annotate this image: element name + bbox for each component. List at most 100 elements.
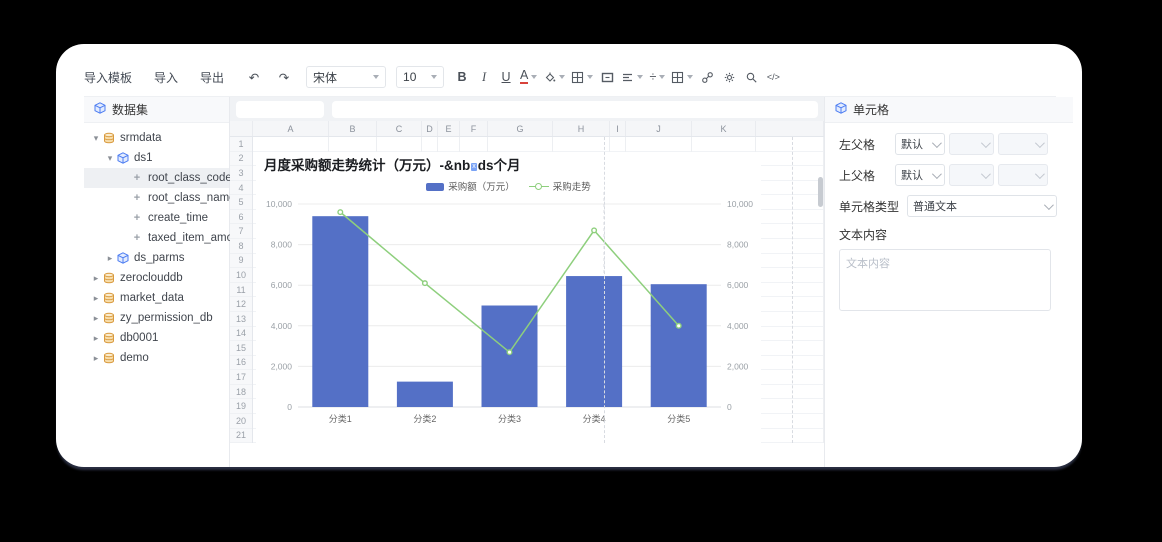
legend-item-bar[interactable]: 采购额（万元） [426, 179, 515, 193]
tree-item-db0001[interactable]: ▸db0001 [84, 328, 229, 348]
上父格-dropdown-2[interactable] [949, 164, 994, 186]
row-header-10[interactable]: 10 [230, 268, 252, 283]
row-header-20[interactable]: 20 [230, 414, 252, 429]
column-header-A[interactable]: A [253, 121, 329, 136]
column-header-C[interactable]: C [377, 121, 422, 136]
chart-legend[interactable]: 采购额（万元） 采购走势 [296, 179, 721, 193]
export-button[interactable]: 导出 [200, 69, 224, 86]
font-size-select[interactable]: 10 [396, 66, 444, 88]
table-grid-icon[interactable] [671, 68, 693, 86]
column-header-D[interactable]: D [422, 121, 438, 136]
borders-icon[interactable] [571, 68, 593, 86]
tree-item-ds_parms[interactable]: ▸ds_parms [84, 248, 229, 268]
column-header-E[interactable]: E [438, 121, 460, 136]
row-header-3[interactable]: 3 [230, 166, 252, 181]
column-header-F[interactable]: F [460, 121, 488, 136]
import-template-button[interactable]: 导入模板 [84, 69, 132, 86]
text-content-textarea[interactable] [839, 249, 1051, 311]
svg-text:8,000: 8,000 [271, 240, 293, 250]
row-header-2[interactable]: 2 [230, 152, 252, 167]
chevron-down-icon [637, 75, 643, 79]
align-icon[interactable] [621, 68, 643, 86]
grid-area[interactable]: 123456789101112131415161718192021 月度采购额走… [230, 137, 824, 443]
column-header-B[interactable]: B [329, 121, 377, 136]
上父格-dropdown-1[interactable]: 默认 [895, 164, 945, 186]
column-header-I[interactable]: I [610, 121, 626, 136]
column-header-G[interactable]: G [488, 121, 553, 136]
tree-item-srmdata[interactable]: ▾ srmdata [84, 128, 229, 148]
import-button[interactable]: 导入 [154, 69, 178, 86]
code-icon[interactable]: </> [765, 68, 781, 86]
cell-type-select[interactable]: 普通文本 [907, 195, 1057, 217]
search-icon[interactable] [743, 68, 759, 86]
row-header-8[interactable]: 8 [230, 239, 252, 254]
redo-icon[interactable]: ↷ [276, 68, 292, 86]
caret-right-icon[interactable]: ▸ [90, 353, 102, 364]
undo-icon[interactable]: ↶ [246, 68, 262, 86]
左父格-dropdown-2[interactable] [949, 133, 994, 155]
row-header-17[interactable]: 17 [230, 370, 252, 385]
tree-item-zy_permission_db[interactable]: ▸zy_permission_db [84, 308, 229, 328]
formula-input[interactable] [332, 101, 818, 118]
row-header-1[interactable]: 1 [230, 137, 252, 152]
page-guide-line [604, 137, 605, 443]
row-headers[interactable]: 123456789101112131415161718192021 [230, 137, 253, 443]
tree-item-create_time[interactable]: +create_time [84, 208, 229, 228]
row-header-4[interactable]: 4 [230, 181, 252, 196]
row-header-18[interactable]: 18 [230, 385, 252, 400]
sheet-area: ABCDEFGHIJK 1234567891011121314151617181… [230, 97, 825, 467]
row-header-19[interactable]: 19 [230, 399, 252, 414]
field-icon: + [130, 192, 144, 204]
row-header-11[interactable]: 11 [230, 283, 252, 298]
bold-icon[interactable]: B [454, 68, 470, 86]
row-header-15[interactable]: 15 [230, 341, 252, 356]
column-header-J[interactable]: J [626, 121, 692, 136]
underline-icon[interactable]: U [498, 68, 514, 86]
tree-item-root_class_name[interactable]: +root_class_name [84, 188, 229, 208]
fill-color-icon[interactable] [543, 68, 565, 86]
row-header-6[interactable]: 6 [230, 210, 252, 225]
tree-item-demo[interactable]: ▸demo [84, 348, 229, 368]
row-header-21[interactable]: 21 [230, 429, 252, 444]
row-header-14[interactable]: 14 [230, 327, 252, 342]
tree-item-taxed_item_amount[interactable]: +taxed_item_amount [84, 228, 229, 248]
settings-gear-icon[interactable] [721, 68, 737, 86]
caret-right-icon[interactable]: ▸ [104, 253, 116, 264]
font-family-select[interactable]: 宋体 [306, 66, 386, 88]
column-header-blank[interactable] [756, 121, 824, 136]
caret-down-icon[interactable]: ▾ [90, 133, 102, 144]
caret-down-icon[interactable]: ▾ [104, 153, 116, 164]
row-header-7[interactable]: 7 [230, 224, 252, 239]
caret-right-icon[interactable]: ▸ [90, 333, 102, 344]
tree-item-root_class_code[interactable]: +root_class_code [84, 168, 229, 188]
vertical-align-icon[interactable]: ÷ [649, 68, 665, 86]
row-header-9[interactable]: 9 [230, 254, 252, 269]
italic-icon[interactable]: I [476, 68, 492, 86]
row-header-16[interactable]: 16 [230, 356, 252, 371]
tree-item-zeroclouddb[interactable]: ▸zeroclouddb [84, 268, 229, 288]
legend-item-line[interactable]: 采购走势 [529, 179, 591, 193]
link-icon[interactable] [699, 68, 715, 86]
vertical-scrollbar-thumb[interactable] [818, 177, 823, 207]
上父格-dropdown-3[interactable] [998, 164, 1048, 186]
tree-item-ds1[interactable]: ▾ds1 [84, 148, 229, 168]
row-header-5[interactable]: 5 [230, 195, 252, 210]
tree-item-market_data[interactable]: ▸market_data [84, 288, 229, 308]
corner-cell[interactable] [230, 121, 253, 136]
cell-name-box[interactable] [236, 101, 324, 118]
column-header-K[interactable]: K [692, 121, 756, 136]
左父格-dropdown-1[interactable]: 默认 [895, 133, 945, 155]
row-header-12[interactable]: 12 [230, 297, 252, 312]
chart-object[interactable]: 月度采购额走势统计（万元）-&nbxds个月 采购额（万元）采购走势 002,0… [256, 152, 761, 447]
caret-right-icon[interactable]: ▸ [90, 273, 102, 284]
legend-line-swatch [529, 182, 549, 190]
左父格-dropdown-3[interactable] [998, 133, 1048, 155]
column-headers[interactable]: ABCDEFGHIJK [230, 121, 824, 137]
caret-right-icon[interactable]: ▸ [90, 293, 102, 304]
row-header-13[interactable]: 13 [230, 312, 252, 327]
font-color-icon[interactable]: A [520, 68, 537, 86]
caret-right-icon[interactable]: ▸ [90, 313, 102, 324]
column-header-H[interactable]: H [553, 121, 610, 136]
merge-cells-icon[interactable] [599, 68, 615, 86]
tree-item-label: srmdata [120, 132, 162, 144]
